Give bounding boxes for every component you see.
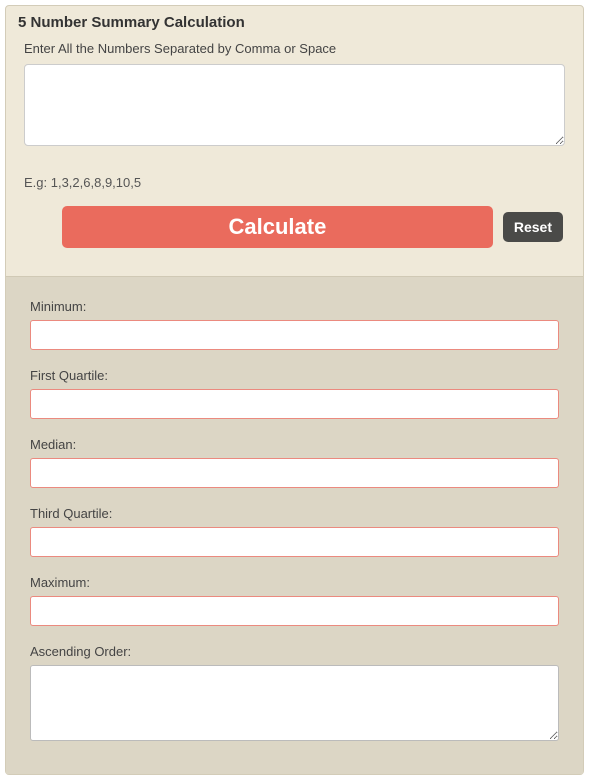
third-quartile-group: Third Quartile: bbox=[30, 506, 559, 557]
third-quartile-output[interactable] bbox=[30, 527, 559, 557]
reset-button[interactable]: Reset bbox=[503, 212, 563, 242]
maximum-label: Maximum: bbox=[30, 575, 559, 590]
third-quartile-label: Third Quartile: bbox=[30, 506, 559, 521]
ascending-order-label: Ascending Order: bbox=[30, 644, 559, 659]
minimum-label: Minimum: bbox=[30, 299, 559, 314]
minimum-output[interactable] bbox=[30, 320, 559, 350]
button-row: Calculate Reset bbox=[24, 206, 565, 262]
maximum-group: Maximum: bbox=[30, 575, 559, 626]
calculate-button[interactable]: Calculate bbox=[62, 206, 493, 248]
input-section: Enter All the Numbers Separated by Comma… bbox=[6, 41, 583, 276]
panel-title: 5 Number Summary Calculation bbox=[18, 14, 571, 31]
example-text: E.g: 1,3,2,6,8,9,10,5 bbox=[24, 175, 565, 190]
numbers-input[interactable] bbox=[24, 64, 565, 146]
median-group: Median: bbox=[30, 437, 559, 488]
panel-header: 5 Number Summary Calculation bbox=[6, 6, 583, 41]
calculator-panel: 5 Number Summary Calculation Enter All t… bbox=[5, 5, 584, 775]
maximum-output[interactable] bbox=[30, 596, 559, 626]
first-quartile-group: First Quartile: bbox=[30, 368, 559, 419]
median-output[interactable] bbox=[30, 458, 559, 488]
ascending-order-group: Ascending Order: bbox=[30, 644, 559, 746]
numbers-input-label: Enter All the Numbers Separated by Comma… bbox=[24, 41, 565, 56]
first-quartile-label: First Quartile: bbox=[30, 368, 559, 383]
ascending-order-output[interactable] bbox=[30, 665, 559, 741]
minimum-group: Minimum: bbox=[30, 299, 559, 350]
median-label: Median: bbox=[30, 437, 559, 452]
first-quartile-output[interactable] bbox=[30, 389, 559, 419]
results-section: Minimum: First Quartile: Median: Third Q… bbox=[6, 276, 583, 774]
